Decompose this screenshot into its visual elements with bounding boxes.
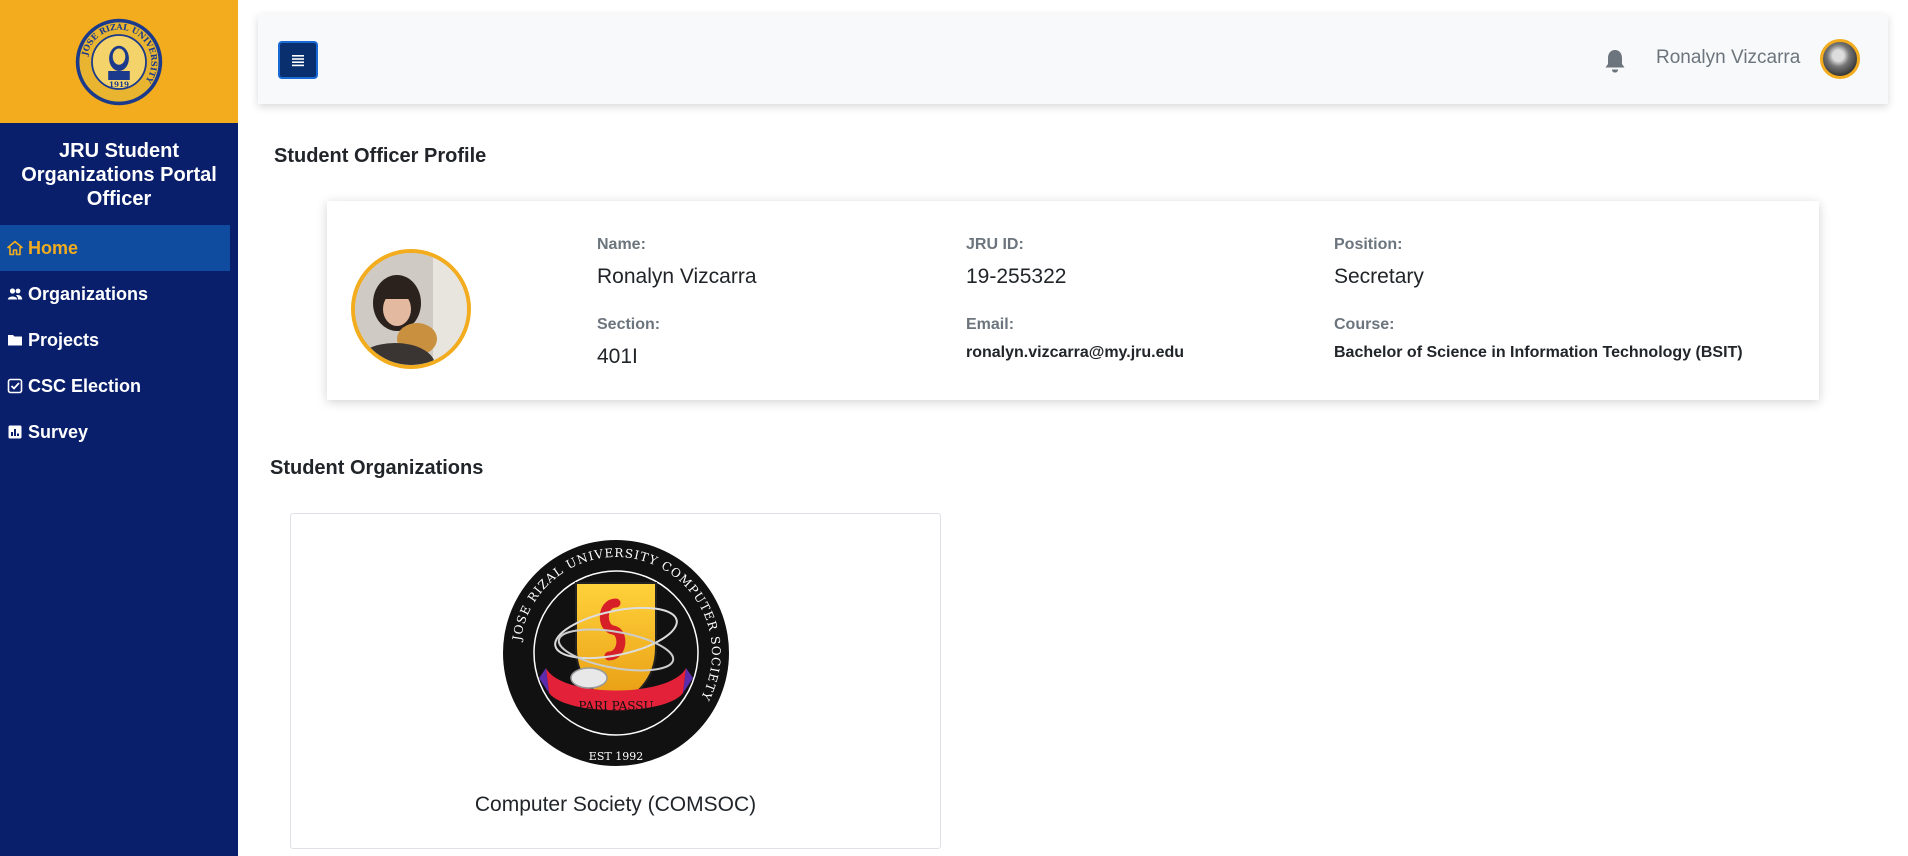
profile-heading: Student Officer Profile xyxy=(274,145,487,167)
position-label: Position: xyxy=(1334,236,1403,253)
bell-icon[interactable] xyxy=(1603,48,1627,74)
user-avatar[interactable] xyxy=(1820,39,1860,79)
svg-text:PARI PASSU: PARI PASSU xyxy=(578,699,653,713)
jru-seal-logo: JOSE RIZAL UNIVERSITY 1919 xyxy=(75,18,163,105)
sidebar-item-label: Survey xyxy=(28,421,89,442)
name-value: Ronalyn Vizcarra xyxy=(597,265,757,288)
section-value: 401I xyxy=(597,345,638,368)
organization-card[interactable]: JOSE RIZAL UNIVERSITY COMPUTER SOCIETY P… xyxy=(290,513,941,849)
jru-id-label: JRU ID: xyxy=(966,236,1024,253)
sidebar-item-label: CSC Election xyxy=(28,375,142,396)
svg-text:1919: 1919 xyxy=(109,80,129,89)
course-label: Course: xyxy=(1334,316,1395,333)
sidebar-logo-area: JOSE RIZAL UNIVERSITY 1919 xyxy=(0,0,238,123)
profile-photo xyxy=(351,249,471,369)
name-label: Name: xyxy=(597,236,646,253)
comsoc-logo: JOSE RIZAL UNIVERSITY COMPUTER SOCIETY P… xyxy=(503,540,729,766)
list-icon xyxy=(292,55,304,67)
checkbox-icon xyxy=(6,377,24,395)
home-icon xyxy=(6,239,24,257)
sidebar-item-label: Home xyxy=(28,237,79,258)
users-icon xyxy=(6,285,24,303)
sidebar-item-projects[interactable]: Projects xyxy=(0,317,238,363)
position-value: Secretary xyxy=(1334,265,1424,288)
sidebar-item-home[interactable]: Home xyxy=(0,225,230,271)
organizations-heading: Student Organizations xyxy=(270,457,484,479)
top-navbar: Ronalyn Vizcarra xyxy=(258,14,1888,104)
sidebar-item-label: Projects xyxy=(28,329,100,350)
folder-icon xyxy=(6,331,24,349)
sidebar-toggle-button[interactable] xyxy=(278,41,318,79)
sidebar-nav: Home Organizations Projects CSC Election… xyxy=(0,225,238,455)
jru-id-value: 19-255322 xyxy=(966,265,1067,288)
sidebar-item-organizations[interactable]: Organizations xyxy=(0,271,238,317)
sidebar: JOSE RIZAL UNIVERSITY 1919 JRU Student O… xyxy=(0,0,238,856)
section-label: Section: xyxy=(597,316,661,333)
course-value: Bachelor of Science in Information Techn… xyxy=(1334,344,1743,361)
sidebar-item-label: Organizations xyxy=(28,283,149,304)
portal-title: JRU Student Organizations Portal Officer xyxy=(21,140,217,210)
poll-icon xyxy=(6,423,24,441)
svg-text:EST 1992: EST 1992 xyxy=(589,750,643,763)
organization-name: Computer Society (COMSOC) xyxy=(474,793,757,816)
sidebar-item-survey[interactable]: Survey xyxy=(0,409,238,455)
user-name[interactable]: Ronalyn Vizcarra xyxy=(1656,47,1800,69)
sidebar-item-csc-election[interactable]: CSC Election xyxy=(0,363,238,409)
email-label: Email: xyxy=(966,316,1015,333)
profile-card: Name: Ronalyn Vizcarra JRU ID: 19-255322… xyxy=(327,201,1819,400)
email-value: ronalyn.vizcarra@my.jru.edu xyxy=(966,344,1185,361)
